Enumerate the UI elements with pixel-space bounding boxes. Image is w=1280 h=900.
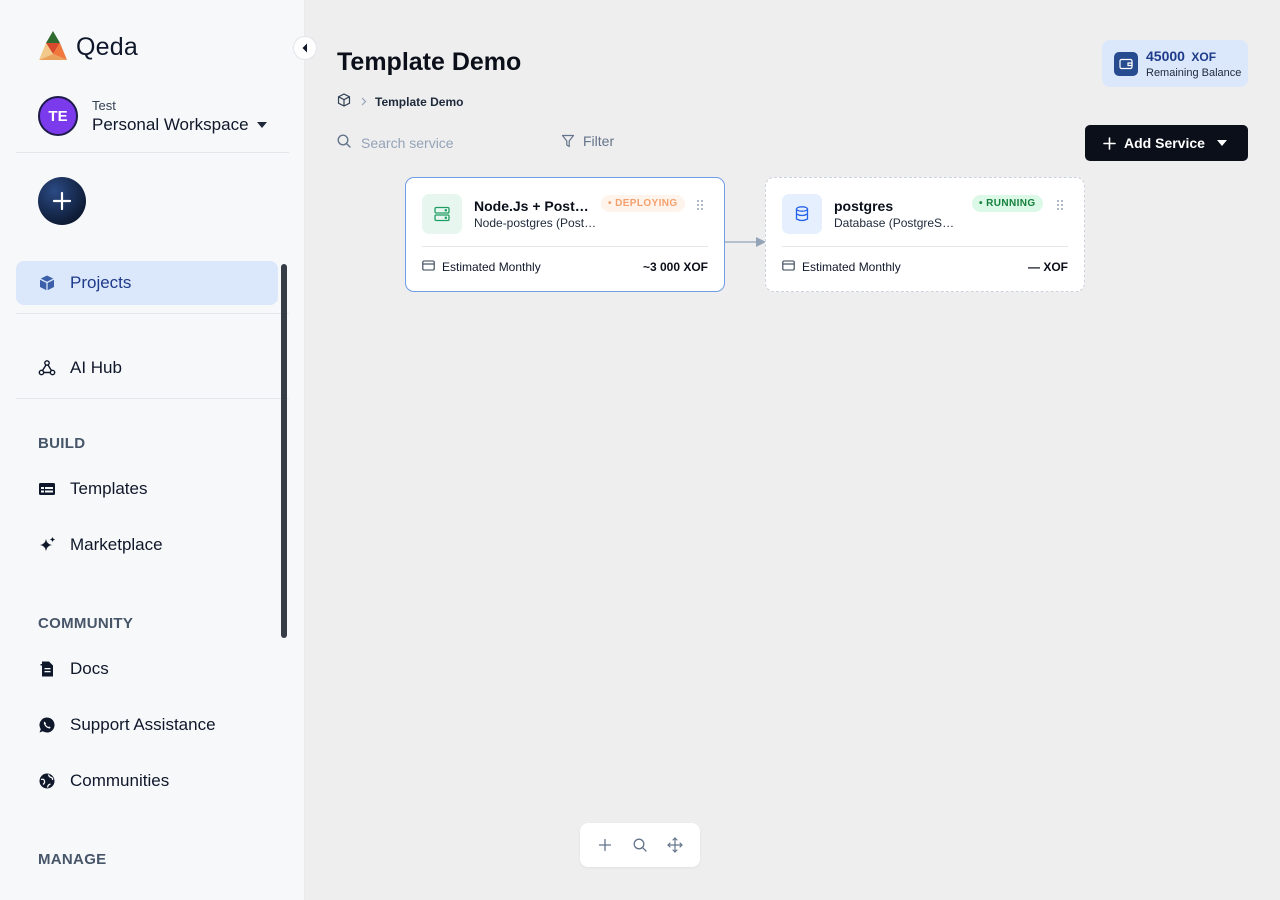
move-icon: [667, 837, 683, 853]
drag-handle-icon[interactable]: [696, 198, 704, 210]
sidebar-item-support-assistance[interactable]: Support Assistance: [16, 703, 278, 747]
webhook-icon: [38, 359, 56, 377]
connection-arrow: [725, 237, 766, 247]
sidebar-item-label: Marketplace: [70, 535, 163, 554]
service-card-node-postgres[interactable]: Node.Js + Postgres Node-postgres (Postgr…: [405, 177, 725, 292]
estimate-label: Estimated Monthly: [802, 260, 901, 274]
sidebar-item-docs[interactable]: Docs: [16, 647, 278, 691]
workspace-label: Test: [92, 97, 116, 113]
sidebar-item-projects[interactable]: Projects: [16, 261, 278, 305]
sparkles-icon: [38, 536, 56, 554]
sidebar-item-label: Communities: [70, 771, 170, 790]
estimate-price: — XOF: [1027, 260, 1068, 274]
estimate-label: Estimated Monthly: [442, 260, 541, 274]
balance-card[interactable]: 45000 XOF Remaining Balance: [1102, 40, 1248, 87]
create-button[interactable]: [38, 177, 86, 225]
plus-icon: [1103, 136, 1116, 150]
filter-icon: [561, 134, 575, 148]
divider: [422, 246, 708, 247]
search-canvas-button[interactable]: [630, 835, 650, 855]
breadcrumb: Template Demo: [337, 93, 463, 110]
search-icon: [633, 838, 647, 852]
sidebar-item-label: AI Hub: [70, 358, 122, 377]
sidebar-item-templates[interactable]: Templates: [16, 467, 278, 511]
drag-handle-icon[interactable]: [1056, 198, 1064, 210]
divider: [782, 246, 1068, 247]
search-box: [337, 133, 537, 153]
search-input[interactable]: [361, 135, 531, 151]
filter-label: Filter: [583, 133, 615, 149]
balance-currency: XOF: [1191, 50, 1217, 64]
search-icon: [337, 133, 351, 153]
app-name: Qeda: [76, 33, 138, 61]
sidebar-item-label: Support Assistance: [70, 715, 216, 734]
status-badge: • RUNNING: [972, 195, 1043, 212]
avatar: TE: [38, 96, 78, 136]
section-heading-community: COMMUNITY: [38, 615, 134, 632]
estimate-price: ~3 000 XOF: [642, 260, 708, 274]
balance-label: Remaining Balance: [1146, 67, 1242, 79]
page-title: Template Demo: [337, 48, 522, 76]
zoom-in-button[interactable]: [595, 835, 615, 855]
sidebar-item-ai-hub[interactable]: AI Hub: [16, 346, 278, 390]
sidebar-scrollbar[interactable]: [281, 264, 287, 638]
filter-button[interactable]: Filter: [561, 133, 614, 149]
divider: [16, 398, 289, 399]
cube-icon[interactable]: [337, 93, 351, 110]
qeda-logo-icon: [38, 30, 68, 65]
credit-card-icon: [422, 260, 435, 274]
caret-down-icon: [256, 121, 267, 128]
document-icon: [38, 660, 56, 678]
collapse-sidebar-button[interactable]: [293, 36, 317, 60]
section-heading-manage: MANAGE: [38, 851, 107, 868]
sidebar-item-label: Templates: [70, 479, 148, 498]
chevron-left-icon: [302, 43, 307, 53]
canvas-controls: [580, 823, 700, 867]
service-subtitle: Database (PostgreSQL): [834, 216, 959, 230]
sidebar-item-label: Docs: [70, 659, 109, 678]
globe-icon: [38, 772, 56, 790]
whatsapp-icon: [38, 716, 56, 734]
service-title: Node.Js + Postgres: [474, 198, 589, 214]
status-badge: • DEPLOYING: [601, 195, 685, 212]
add-service-label: Add Service: [1124, 135, 1205, 151]
cube-icon: [38, 274, 56, 292]
logo[interactable]: Qeda: [38, 30, 138, 65]
credit-card-icon: [782, 260, 795, 274]
workspace-name: Personal Workspace: [92, 114, 249, 134]
balance-amount: 45000: [1146, 48, 1185, 64]
section-heading-build: BUILD: [38, 435, 86, 452]
service-subtitle: Node-postgres (PostgreSQL): [474, 216, 599, 230]
divider: [16, 152, 289, 153]
wallet-icon: [1114, 51, 1138, 76]
sidebar: Qeda TE Test Personal Workspace Projects: [0, 0, 305, 900]
plus-icon: [52, 191, 72, 211]
plus-icon: [598, 838, 612, 852]
workspace-switcher[interactable]: TE Test Personal Workspace: [38, 96, 267, 136]
sidebar-item-label: Projects: [70, 273, 132, 292]
database-icon: [782, 194, 822, 234]
sidebar-item-communities[interactable]: Communities: [16, 759, 278, 803]
table-icon: [38, 480, 56, 498]
sidebar-item-marketplace[interactable]: Marketplace: [16, 523, 278, 567]
breadcrumb-current: Template Demo: [375, 94, 464, 109]
fit-view-button[interactable]: [665, 835, 685, 855]
service-card-postgres[interactable]: postgres Database (PostgreSQL) • RUNNING…: [765, 177, 1085, 292]
chevron-right-icon: [361, 95, 367, 109]
add-service-button[interactable]: Add Service: [1085, 125, 1248, 161]
caret-down-icon: [1216, 140, 1227, 146]
server-icon: [422, 194, 462, 234]
service-title: postgres: [834, 198, 894, 214]
divider: [16, 313, 289, 314]
